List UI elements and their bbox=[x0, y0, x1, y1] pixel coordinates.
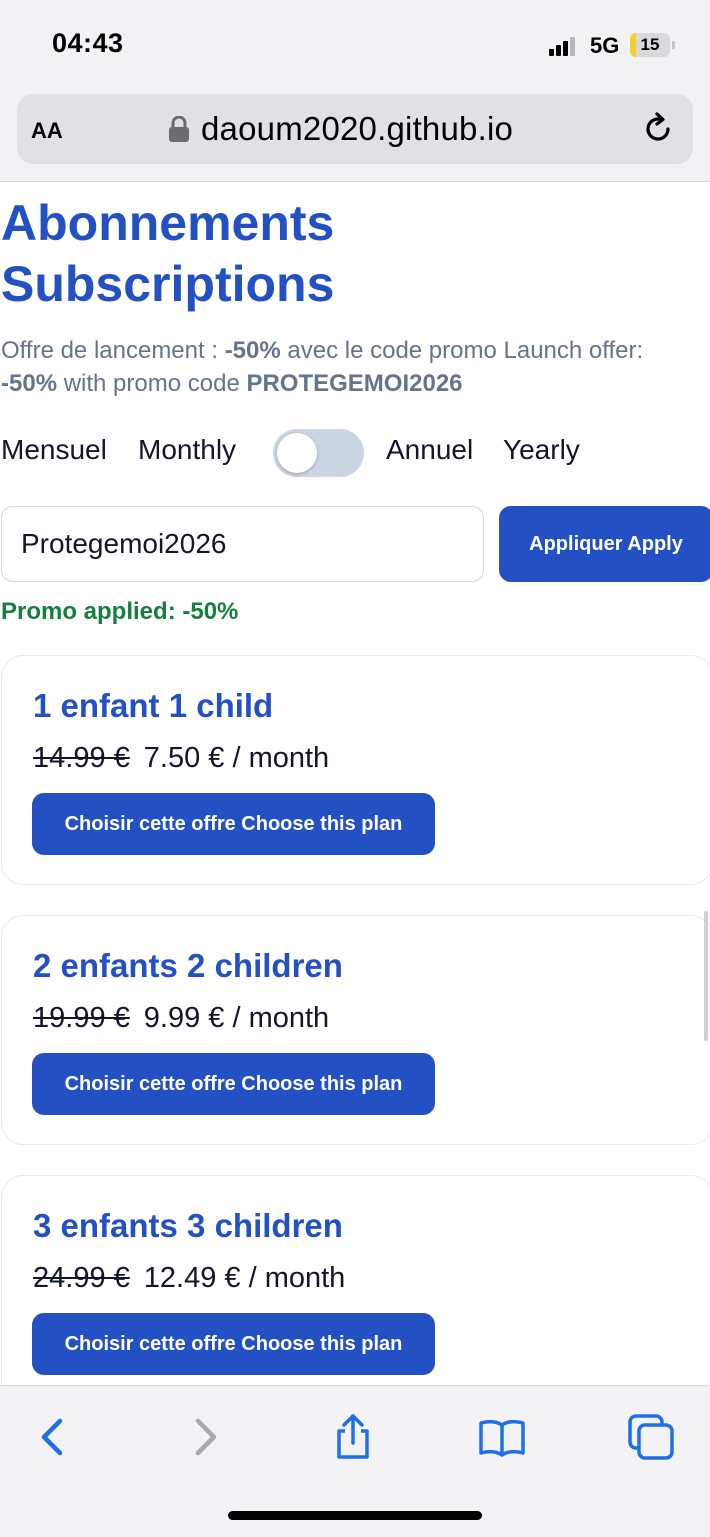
plan-old-price: 14.99 € bbox=[33, 742, 130, 774]
url-text: daoum2020.github.io bbox=[201, 110, 514, 147]
plan-price: 14.99 € 7.50 € / month bbox=[33, 742, 329, 775]
label-yearly-fr[interactable]: Annuel bbox=[386, 434, 473, 466]
cellular-signal-icon bbox=[549, 37, 575, 56]
page-title: Abonnements Subscriptions bbox=[1, 193, 601, 315]
apply-promo-button[interactable]: Appliquer Apply bbox=[499, 506, 710, 582]
status-bar: 04:43 5G 15 bbox=[0, 0, 710, 92]
status-time: 04:43 bbox=[52, 28, 124, 58]
battery-cap bbox=[672, 41, 675, 49]
choose-plan-button[interactable]: Choisir cette offre Choose this plan bbox=[32, 793, 435, 855]
plan-old-price: 24.99 € bbox=[33, 1262, 130, 1294]
text-size-label: AA bbox=[31, 118, 63, 143]
promo-intro-code: PROTEGEMOI2026 bbox=[246, 370, 463, 397]
choose-plan-button[interactable]: Choisir cette offre Choose this plan bbox=[32, 1313, 435, 1375]
plan-new-price: 12.49 € / month bbox=[143, 1262, 346, 1294]
browser-toolbar bbox=[0, 1385, 710, 1537]
promo-intro-text-a: Offre de lancement : bbox=[1, 337, 225, 364]
scroll-indicator[interactable] bbox=[704, 911, 708, 1041]
back-icon[interactable] bbox=[28, 1413, 76, 1461]
label-yearly-en[interactable]: Yearly bbox=[503, 434, 580, 466]
bookmarks-icon[interactable] bbox=[478, 1413, 526, 1461]
plan-card-1: 1 enfant 1 child 14.99 € 7.50 € / month C… bbox=[1, 655, 710, 885]
plan-card-2: 2 enfants 2 children 19.99 € 9.99 € / mon… bbox=[1, 915, 710, 1145]
tabs-icon[interactable] bbox=[627, 1413, 675, 1461]
page-title-en: Subscriptions bbox=[1, 256, 335, 312]
promo-code-input[interactable] bbox=[1, 506, 484, 582]
plan-name: 1 enfant 1 child bbox=[33, 687, 274, 724]
page-title-fr: Abonnements bbox=[1, 195, 335, 251]
page-content: Abonnements Subscriptions Offre de lance… bbox=[0, 183, 710, 1385]
billing-toggle[interactable] bbox=[273, 429, 364, 477]
plan-name: 2 enfants 2 children bbox=[33, 947, 343, 984]
label-monthly-fr[interactable]: Mensuel bbox=[1, 434, 107, 466]
plan-old-price: 19.99 € bbox=[33, 1002, 130, 1034]
plan-new-price: 9.99 € / month bbox=[143, 1002, 330, 1034]
share-icon[interactable] bbox=[329, 1413, 377, 1461]
promo-intro-text-c: with promo code bbox=[57, 370, 247, 397]
battery-icon: 15 bbox=[630, 33, 670, 57]
url-display[interactable]: daoum2020.github.io bbox=[169, 94, 513, 164]
promo-intro-text-b: avec le code promo Launch offer: bbox=[280, 337, 644, 364]
network-type: 5G bbox=[590, 33, 620, 58]
address-bar[interactable]: AA daoum2020.github.io bbox=[17, 94, 693, 164]
reload-icon[interactable] bbox=[641, 112, 675, 146]
promo-intro-discount-b: -50% bbox=[1, 370, 58, 397]
promo-intro-discount-a: -50% bbox=[224, 337, 281, 364]
battery-level: 15 bbox=[640, 35, 660, 54]
forward-icon[interactable] bbox=[182, 1413, 230, 1461]
plan-price: 19.99 € 9.99 € / month bbox=[33, 1002, 329, 1035]
billing-period-switch: Mensuel Monthly Annuel Yearly bbox=[1, 428, 701, 478]
promo-intro: Offre de lancement : -50% avec le code p… bbox=[1, 334, 701, 400]
browser-address-area: AA daoum2020.github.io bbox=[0, 92, 710, 182]
choose-plan-button[interactable]: Choisir cette offre Choose this plan bbox=[32, 1053, 435, 1115]
plan-card-3: 3 enfants 3 children 24.99 € 12.49 € / mo… bbox=[1, 1175, 710, 1385]
plan-new-price: 7.50 € / month bbox=[143, 742, 330, 774]
label-monthly-en[interactable]: Monthly bbox=[138, 434, 236, 466]
plan-name: 3 enfants 3 children bbox=[33, 1207, 343, 1244]
promo-status-message: Promo applied: -50% bbox=[1, 598, 239, 625]
billing-toggle-knob bbox=[277, 433, 317, 473]
text-size-button[interactable]: AA bbox=[31, 94, 63, 164]
plan-price: 24.99 € 12.49 € / month bbox=[33, 1262, 345, 1295]
home-indicator bbox=[228, 1511, 482, 1520]
lock-icon bbox=[169, 116, 189, 142]
